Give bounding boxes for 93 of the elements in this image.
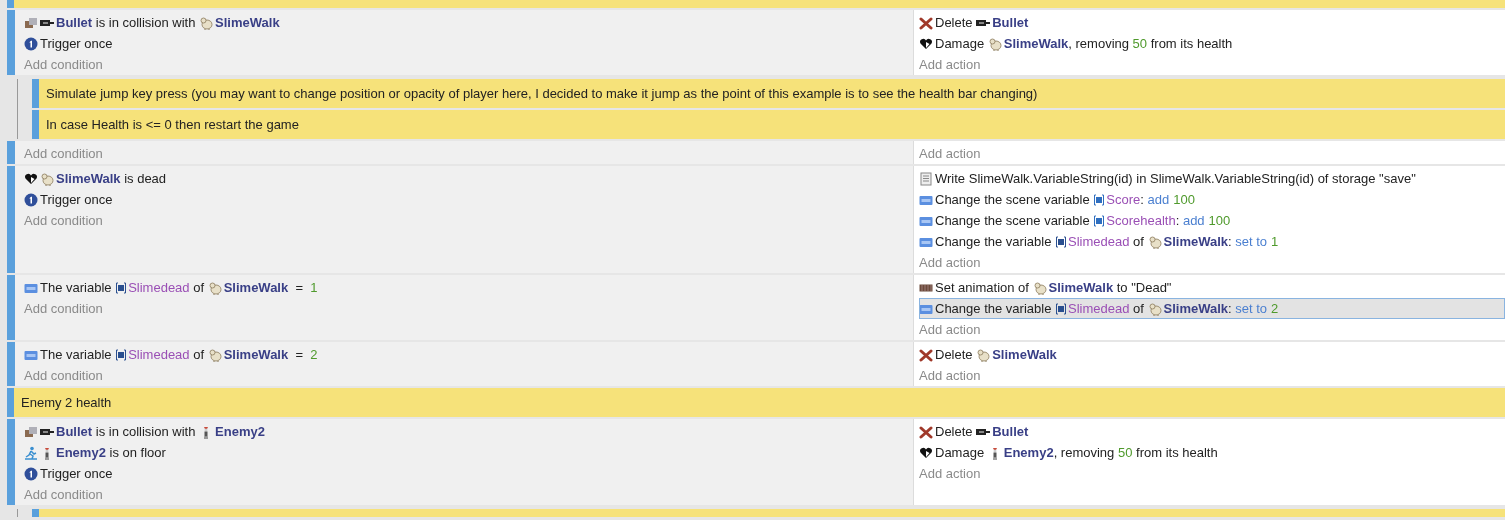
variable-name: Scorehealth bbox=[1106, 213, 1176, 228]
condition-text: Trigger once bbox=[40, 36, 113, 51]
condition-row[interactable]: Trigger once bbox=[24, 463, 913, 484]
action-row[interactable]: Change the scene variable Scorehealth: add 100 bbox=[919, 210, 1505, 231]
variable-name: Slimedead bbox=[1068, 301, 1130, 316]
action-row[interactable]: Change the variable Slimedead of SlimeWalk: set to 1 bbox=[919, 231, 1505, 252]
condition-text: of bbox=[192, 280, 206, 295]
operator-text: add bbox=[1182, 213, 1205, 228]
action-row[interactable]: Delete Bullet bbox=[919, 421, 1505, 442]
value-text: 100 bbox=[1173, 192, 1195, 207]
action-text: : bbox=[1140, 192, 1145, 207]
condition-text: of bbox=[192, 347, 206, 362]
condition-text: Trigger once bbox=[40, 192, 113, 207]
object-name: SlimeWalk bbox=[215, 15, 280, 30]
action-text: Change the scene variable bbox=[935, 192, 1091, 207]
condition-text: = bbox=[294, 280, 305, 295]
object-name: Bullet bbox=[992, 15, 1029, 30]
object-name: Enemy2 bbox=[1003, 445, 1054, 460]
condition-text: is dead bbox=[123, 171, 167, 186]
action-text: : bbox=[1228, 234, 1233, 249]
value-text: 50 bbox=[1117, 445, 1133, 460]
action-text: Change the scene variable bbox=[935, 213, 1091, 228]
action-text: Change the variable bbox=[935, 301, 1053, 316]
action-text: of bbox=[1132, 301, 1145, 316]
object-name: SlimeWalk bbox=[223, 280, 289, 295]
condition-text: is in collision with bbox=[94, 424, 197, 439]
condition-text: The variable bbox=[40, 347, 113, 362]
condition-text: = bbox=[294, 347, 305, 362]
action-row[interactable]: Change the variable Slimedead of SlimeWalk: set to 2 bbox=[919, 298, 1505, 319]
condition-text: is on floor bbox=[108, 445, 166, 460]
object-name: Bullet bbox=[56, 15, 93, 30]
action-text: , removing bbox=[1053, 445, 1116, 460]
action-text: Damage bbox=[935, 445, 986, 460]
action-text: : bbox=[1175, 213, 1181, 228]
condition-row[interactable]: The variable Slimedead of SlimeWalk = 1 bbox=[24, 277, 913, 298]
action-text: to "Dead" bbox=[1115, 280, 1172, 295]
condition-row[interactable]: Enemy2 is on floor bbox=[24, 442, 913, 463]
action-text: Delete bbox=[935, 347, 974, 362]
comment-text[interactable]: Simulate jump key press (you may want to change position or opacity of player here, I decided to make it jump as the point of this example is to see the health bar changing) bbox=[39, 79, 1505, 108]
action-text: of bbox=[1132, 234, 1145, 249]
variable-name: Slimedead bbox=[128, 347, 190, 362]
action-row[interactable]: Write SlimeWalk.VariableString(id) in SlimeWalk.VariableString(id) of storage "save" bbox=[919, 168, 1505, 189]
operator-text: add bbox=[1147, 192, 1170, 207]
value-text: 1 bbox=[1271, 234, 1279, 249]
condition-text: Trigger once bbox=[40, 466, 113, 481]
operator-text: set to bbox=[1235, 301, 1268, 316]
value-text: 1 bbox=[310, 280, 318, 295]
action-text: Delete bbox=[935, 15, 974, 30]
operator-text: set to bbox=[1235, 234, 1268, 249]
condition-row[interactable]: The variable Slimedead of SlimeWalk = 2 bbox=[24, 344, 913, 365]
condition-text: is in collision with bbox=[94, 15, 197, 30]
action-text: Damage bbox=[935, 36, 986, 51]
add-action-link[interactable]: Add action bbox=[919, 252, 1505, 273]
comment-text[interactable]: Enemy 2 health bbox=[14, 388, 1505, 417]
object-name: SlimeWalk bbox=[56, 171, 121, 186]
value-text: 2 bbox=[310, 347, 318, 362]
object-name: SlimeWalk bbox=[992, 347, 1057, 362]
action-text: from its health bbox=[1135, 445, 1218, 460]
condition-row[interactable]: SlimeWalk is dead bbox=[24, 168, 913, 189]
condition-row[interactable]: Bullet is in collision with SlimeWalk bbox=[24, 12, 913, 33]
comment-text[interactable]: In case Health is <= 0 then restart the game bbox=[39, 110, 1505, 139]
add-action-link[interactable]: Add action bbox=[919, 463, 1505, 484]
add-action-link[interactable]: Add action bbox=[919, 319, 1505, 340]
value-text: 2 bbox=[1271, 301, 1279, 316]
value-text: 100 bbox=[1208, 213, 1231, 228]
action-text: : bbox=[1228, 301, 1233, 316]
action-row[interactable]: Change the scene variable Score: add 100 bbox=[919, 189, 1505, 210]
action-row[interactable]: Set animation of SlimeWalk to "Dead" bbox=[919, 277, 1505, 298]
condition-text: The variable bbox=[40, 280, 113, 295]
object-name: SlimeWalk bbox=[1048, 280, 1114, 295]
action-text: Delete bbox=[935, 424, 974, 439]
action-text: Set animation of bbox=[935, 280, 1030, 295]
object-name: SlimeWalk bbox=[223, 347, 289, 362]
object-name: Enemy2 bbox=[56, 445, 106, 460]
object-name: Enemy2 bbox=[215, 424, 265, 439]
add-action-link[interactable]: Add action bbox=[919, 365, 1505, 386]
variable-name: Slimedead bbox=[128, 280, 190, 295]
condition-row[interactable]: Bullet is in collision with Enemy2 bbox=[24, 421, 913, 442]
action-text: Write SlimeWalk.VariableString(id) in SlimeWalk.VariableString(id) of storage "save" bbox=[935, 171, 1416, 186]
action-text: Change the variable bbox=[935, 234, 1053, 249]
action-row[interactable]: Damage Enemy2, removing 50 from its health bbox=[919, 442, 1505, 463]
object-name: Bullet bbox=[992, 424, 1029, 439]
action-text: , removing bbox=[1068, 36, 1130, 51]
value-text: 50 bbox=[1132, 36, 1148, 51]
action-row[interactable]: Delete Bullet bbox=[919, 12, 1505, 33]
variable-name: Slimedead bbox=[1068, 234, 1130, 249]
object-name: Bullet bbox=[56, 424, 93, 439]
add-action-link[interactable]: Add action bbox=[919, 54, 1505, 75]
condition-row[interactable]: Trigger once bbox=[24, 33, 913, 54]
condition-row[interactable]: Trigger once bbox=[24, 189, 913, 210]
action-row[interactable]: Damage SlimeWalk, removing 50 from its health bbox=[919, 33, 1505, 54]
action-row[interactable]: Delete SlimeWalk bbox=[919, 344, 1505, 365]
action-text: from its health bbox=[1149, 36, 1233, 51]
